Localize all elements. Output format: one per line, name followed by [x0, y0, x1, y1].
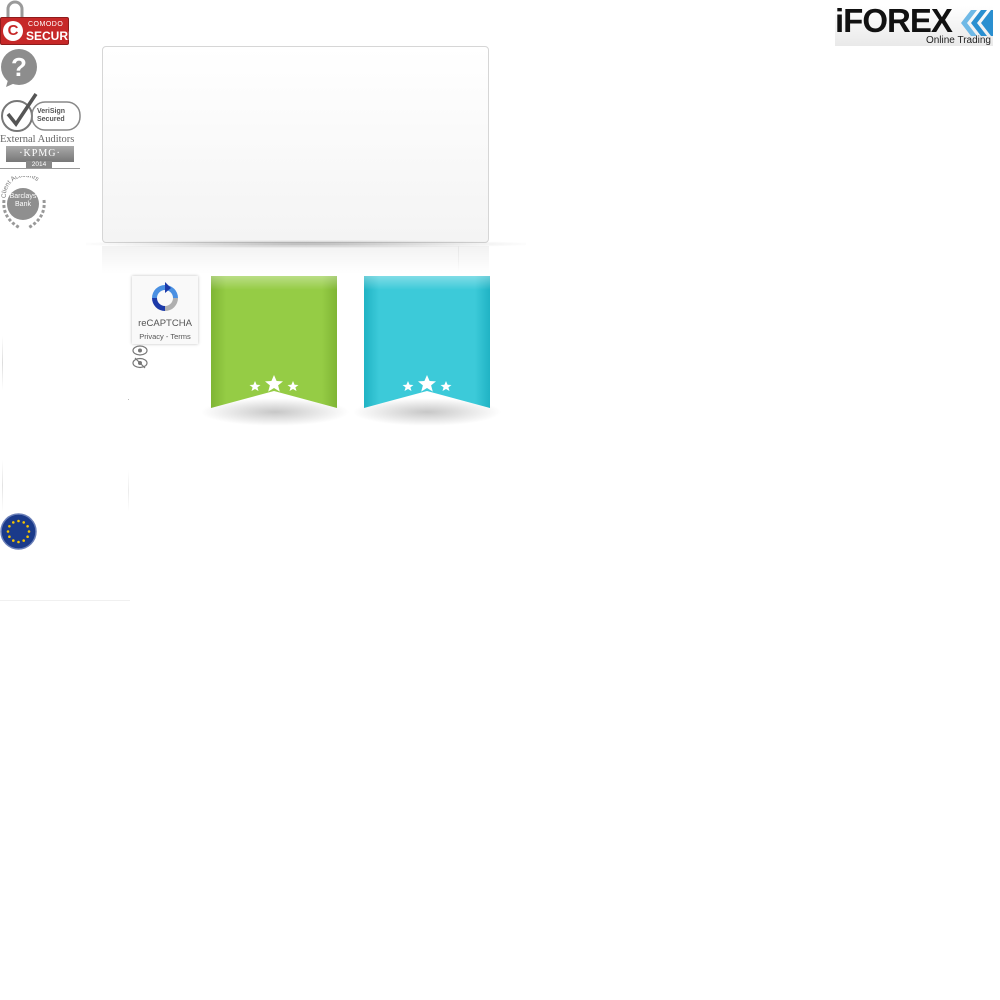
- help-symbol: ?: [11, 52, 27, 82]
- panel-reflection: [102, 246, 489, 274]
- verisign-line1: VeriSign: [37, 108, 66, 115]
- divider: [128, 399, 129, 400]
- iforex-logo[interactable]: iFOREX Online Trading: [835, 2, 993, 46]
- recaptcha-links: Privacy - Terms: [132, 332, 198, 341]
- recaptcha-label: reCAPTCHA: [138, 318, 192, 329]
- kpmg-badge[interactable]: ·KPMG·: [6, 146, 74, 162]
- logo-tagline: Online Trading: [925, 35, 991, 46]
- green-ribbon[interactable]: [211, 276, 337, 414]
- divider: [2, 460, 3, 512]
- comodo-logo-icon: C: [3, 21, 23, 41]
- eu-flag-icon[interactable]: [0, 513, 37, 550]
- recaptcha-privacy-link[interactable]: Privacy: [139, 332, 164, 341]
- divider: [458, 246, 459, 272]
- barclays-client-accounts-seal[interactable]: Client Accounts Barclays Bank: [0, 172, 48, 230]
- comodo-secure-text: SECURE: [26, 29, 77, 43]
- comodo-secure-badge[interactable]: C COMODO SECURE: [0, 17, 76, 45]
- divider: [0, 168, 80, 169]
- recaptcha-terms-link[interactable]: Terms: [170, 332, 190, 341]
- verisign-secured-badge[interactable]: VeriSign Secured: [0, 92, 82, 136]
- barclays-text: Barclays Bank: [9, 193, 37, 209]
- verisign-text: VeriSign Secured: [37, 108, 65, 124]
- divider: [0, 600, 130, 601]
- barclays-line1: Barclays: [9, 193, 37, 200]
- blue-ribbon[interactable]: [364, 276, 490, 414]
- barclays-line2: Bank: [15, 201, 31, 208]
- recaptcha-logo-icon: [152, 282, 178, 311]
- divider: [2, 336, 3, 390]
- recaptcha-widget[interactable]: reCAPTCHA Privacy - Terms: [132, 276, 198, 344]
- help-icon[interactable]: ?: [0, 48, 40, 88]
- registration-form-panel: [102, 46, 489, 243]
- chevron-left-icon: [961, 10, 993, 36]
- external-auditors-label: External Auditors: [0, 134, 75, 145]
- eye-icon[interactable]: [132, 345, 148, 356]
- divider: [128, 470, 129, 512]
- comodo-brand: COMODO: [28, 21, 64, 28]
- verisign-line2: Secured: [37, 116, 65, 123]
- eye-off-icon[interactable]: [132, 357, 148, 369]
